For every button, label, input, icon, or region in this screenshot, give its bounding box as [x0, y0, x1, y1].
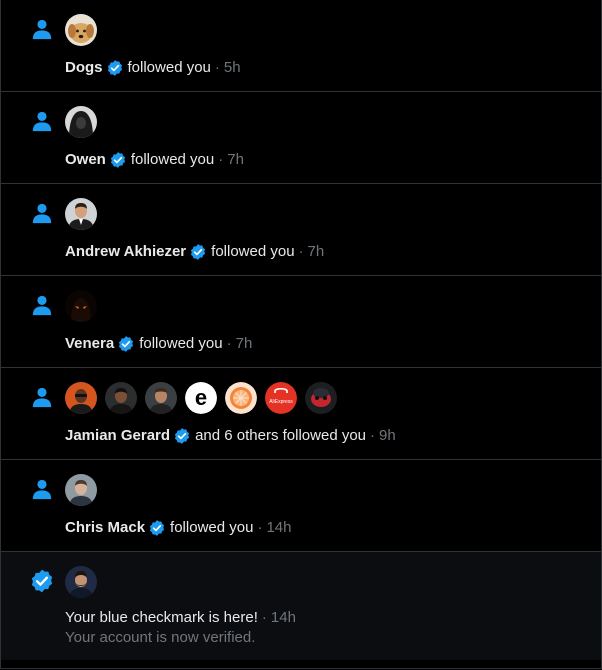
avatar-follower-5-fruit[interactable] [225, 382, 257, 414]
notification-text: Chris Mack followed you · 14h [65, 518, 291, 538]
user-name[interactable]: Andrew Akhiezer [65, 242, 186, 262]
separator-dot: · [370, 427, 376, 444]
verified-badge-icon [191, 244, 206, 260]
avatar-venera[interactable] [65, 290, 97, 322]
notification-row-verified[interactable]: Your blue checkmark is here! · 14h Your … [1, 552, 601, 660]
timestamp[interactable]: 5h [224, 58, 241, 78]
avatar-andrew-akhiezer[interactable] [65, 198, 97, 230]
notification-text: Jamian Gerard and 6 others followed you … [65, 426, 396, 446]
user-name[interactable]: Jamian Gerard [65, 426, 170, 446]
person-icon [32, 387, 52, 408]
verified-badge-icon [149, 520, 165, 536]
person-icon [32, 479, 52, 500]
notification-text: Venera followed you · 7h [65, 334, 252, 354]
avatar-group [65, 474, 97, 506]
separator-dot: · [298, 243, 304, 260]
timestamp[interactable]: 7h [308, 242, 325, 262]
timestamp[interactable]: 14h [271, 608, 296, 628]
person-icon [32, 111, 52, 132]
person-icon [32, 203, 52, 224]
avatar-follower-2[interactable] [105, 382, 137, 414]
timestamp[interactable]: 14h [266, 518, 291, 538]
verified-title: Your blue checkmark is here! [65, 609, 258, 626]
user-name[interactable]: Venera [65, 334, 114, 354]
verified-subtitle: Your account is now verified. [65, 629, 256, 646]
notification-row[interactable]: e AliExpress Jamian Gerard and 6 others … [1, 368, 601, 460]
action-text: and 6 others followed you [195, 427, 367, 444]
person-icon [32, 295, 52, 316]
logo-letter: e [195, 385, 207, 410]
notification-row[interactable]: Chris Mack followed you · 14h [1, 460, 601, 552]
user-name[interactable]: Owen [65, 150, 106, 170]
separator-dot: · [214, 59, 220, 76]
timestamp[interactable]: 7h [236, 334, 253, 354]
notification-row[interactable]: Venera followed you · 7h [1, 276, 601, 368]
avatar-group [65, 106, 97, 138]
avatar-follower-7[interactable] [305, 382, 337, 414]
action-text: followed you [127, 59, 211, 76]
user-name[interactable]: Dogs [65, 58, 103, 78]
verified-badge-icon [107, 60, 122, 76]
verified-badge-icon [119, 336, 134, 352]
avatar-owen[interactable] [65, 106, 97, 138]
avatar-dogs[interactable] [65, 14, 97, 46]
notification-text: Your blue checkmark is here! · 14h [65, 608, 296, 628]
separator-dot: · [226, 335, 232, 352]
separator-dot: · [257, 519, 263, 536]
verified-badge-icon [31, 569, 53, 593]
action-text: followed you [130, 151, 215, 168]
action-text: followed you [211, 243, 295, 260]
avatar-chris-mack[interactable] [65, 474, 97, 506]
avatar-group [65, 198, 97, 230]
timestamp[interactable]: 9h [379, 426, 396, 446]
avatar-follower-3[interactable] [145, 382, 177, 414]
notification-row[interactable]: Owen followed you · 7h [1, 92, 601, 184]
notification-text: Owen followed you · 7h [65, 150, 244, 170]
notification-row[interactable]: Dogs followed you · 5h [1, 0, 601, 92]
person-icon [32, 19, 52, 40]
notification-text: Dogs followed you · 5h [65, 58, 241, 78]
avatar-self[interactable] [65, 566, 97, 598]
logo-brand: AliExpress [269, 399, 293, 405]
separator-dot: · [261, 609, 267, 626]
notification-text: Andrew Akhiezer followed you · 7h [65, 242, 324, 262]
avatar-follower-4-logo[interactable]: e [185, 382, 217, 414]
avatar-follower-6-aliexpress[interactable]: AliExpress [265, 382, 297, 414]
action-text: followed you [139, 335, 223, 352]
timestamp[interactable]: 7h [227, 150, 244, 170]
avatar-group [65, 14, 97, 46]
verified-badge-icon [175, 428, 190, 444]
notification-row[interactable]: Andrew Akhiezer followed you · 7h [1, 184, 601, 276]
avatar-group [65, 290, 97, 322]
avatar-group [65, 566, 97, 598]
verified-badge-icon [110, 152, 125, 168]
action-text: followed you [170, 519, 254, 536]
notifications-feed: Dogs followed you · 5h Owen followed you… [0, 0, 602, 669]
separator-dot: · [218, 151, 224, 168]
user-name[interactable]: Chris Mack [65, 518, 145, 538]
avatar-follower-1[interactable] [65, 382, 97, 414]
avatar-group: e AliExpress [65, 382, 337, 414]
